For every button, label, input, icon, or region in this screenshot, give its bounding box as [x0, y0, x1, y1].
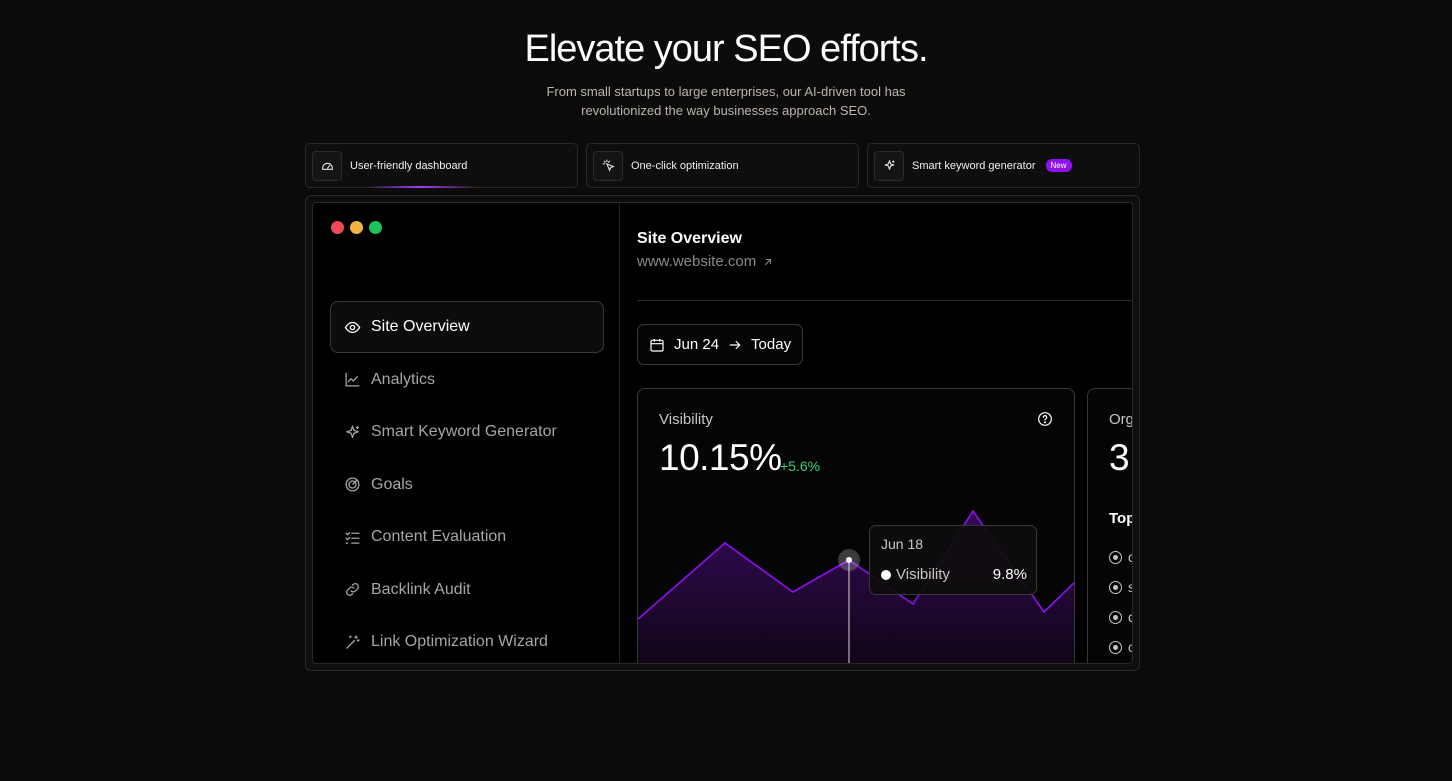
external-link-icon: [765, 258, 772, 265]
divider: [637, 300, 1132, 301]
organic-label: Org: [1109, 411, 1133, 428]
visibility-card: Visibility 10.15% +5.6% Jun 18 Visibilit…: [637, 388, 1075, 663]
active-tab-indicator: [366, 186, 476, 188]
eye-icon: [344, 321, 361, 333]
list-item-label: s: [1128, 579, 1132, 595]
sidebar-item-site-overview[interactable]: Site Overview: [330, 301, 604, 353]
window-controls: [331, 221, 382, 234]
feature-label: One-click optimization: [631, 159, 739, 172]
tooltip-date: Jun 18: [881, 536, 924, 552]
sidebar-item-link-optimization-wizard[interactable]: Link Optimization Wizard: [330, 616, 604, 663]
feature-tab-dashboard[interactable]: User-friendly dashboard: [305, 143, 578, 188]
hero-title: Elevate your SEO efforts.: [524, 28, 928, 70]
sidebar-item-label: Backlink Audit: [371, 580, 471, 598]
list-item-label: c: [1128, 609, 1132, 625]
visibility-delta: +5.6%: [780, 458, 821, 474]
sidebar: Site Overview Analytics Smart Keyword Ge…: [313, 203, 620, 663]
tooltip-series: Visibility: [896, 566, 950, 583]
sidebar-nav: Site Overview Analytics Smart Keyword Ge…: [330, 301, 604, 663]
sidebar-item-backlink-audit[interactable]: Backlink Audit: [330, 564, 604, 616]
minimize-window-button[interactable]: [350, 221, 363, 234]
new-badge: New: [1045, 159, 1072, 172]
hover-point: [846, 557, 852, 563]
dashboard-icon: [312, 150, 342, 181]
arrow-right-icon: [729, 340, 741, 349]
date-to: Today: [751, 336, 792, 353]
checklist-icon: [345, 531, 360, 544]
help-icon[interactable]: [1037, 411, 1053, 427]
maximize-window-button[interactable]: [369, 221, 382, 234]
date-range-picker[interactable]: Jun 24 Today: [637, 324, 804, 365]
feature-tabs: User-friendly dashboard One-click optimi…: [305, 143, 1140, 188]
sidebar-item-label: Analytics: [371, 370, 436, 388]
date-from: Jun 24: [674, 336, 720, 353]
list-item[interactable]: s: [1109, 572, 1132, 602]
legend-dot: [881, 569, 891, 580]
list-item-label: c: [1128, 549, 1132, 565]
radio-icon: [1109, 640, 1122, 654]
visibility-value: 10.15%: [659, 437, 782, 478]
feature-tab-optimization[interactable]: One-click optimization: [586, 143, 859, 188]
sidebar-item-label: Link Optimization Wizard: [371, 633, 548, 650]
sidebar-item-label: Goals: [371, 475, 413, 493]
sidebar-item-analytics[interactable]: Analytics: [330, 354, 604, 406]
radio-icon: [1109, 550, 1122, 564]
line-chart-icon: [345, 372, 360, 387]
calendar-icon: [650, 338, 664, 352]
sparkle-icon: [874, 150, 904, 181]
chart-tooltip: Jun 18 Visibility 9.8%: [869, 525, 1037, 595]
sidebar-item-goals[interactable]: Goals: [330, 459, 604, 511]
tooltip-row: Visibility 9.8%: [881, 566, 1027, 583]
main-panel: Site Overview www.website.com Jun 24 Tod…: [620, 203, 1133, 663]
list-item-label: c: [1128, 639, 1132, 655]
list-item[interactable]: c: [1109, 602, 1132, 632]
sidebar-item-label: Content Evaluation: [371, 528, 507, 545]
target-icon: [345, 477, 360, 492]
sidebar-item-smart-keyword-generator[interactable]: Smart Keyword Generator: [330, 406, 604, 458]
tooltip-value: 9.8%: [992, 566, 1027, 583]
app-window: Site Overview Analytics Smart Keyword Ge…: [312, 202, 1133, 664]
feature-label: User-friendly dashboard: [350, 159, 468, 172]
organic-value: 3: [1109, 437, 1130, 478]
organic-section-title: Top: [1109, 510, 1133, 527]
visibility-label: Visibility: [659, 411, 713, 428]
site-url: www.website.com: [637, 253, 757, 270]
sidebar-item-label: Smart Keyword Generator: [371, 423, 557, 440]
organic-card: Org 3 Top c s c c: [1087, 388, 1133, 663]
click-icon: [593, 150, 623, 181]
site-url-link[interactable]: www.website.com: [637, 253, 774, 270]
link-icon: [346, 583, 359, 596]
sidebar-item-content-evaluation[interactable]: Content Evaluation: [330, 511, 604, 563]
page-title: Site Overview: [637, 230, 742, 247]
radio-icon: [1109, 610, 1122, 624]
close-window-button[interactable]: [331, 221, 344, 234]
hero-subtitle: From small startups to large enterprises…: [546, 84, 906, 118]
list-item[interactable]: c: [1109, 632, 1132, 662]
radio-icon: [1109, 580, 1122, 594]
feature-tab-keyword-generator[interactable]: Smart keyword generator New: [867, 143, 1140, 188]
magic-wand-icon: [346, 634, 360, 649]
organic-list: c s c c: [1109, 542, 1132, 662]
feature-label: Smart keyword generator: [912, 159, 1036, 172]
list-item[interactable]: c: [1109, 542, 1132, 572]
sidebar-item-label: Site Overview: [371, 318, 470, 335]
sparkle-icon: [346, 424, 359, 438]
